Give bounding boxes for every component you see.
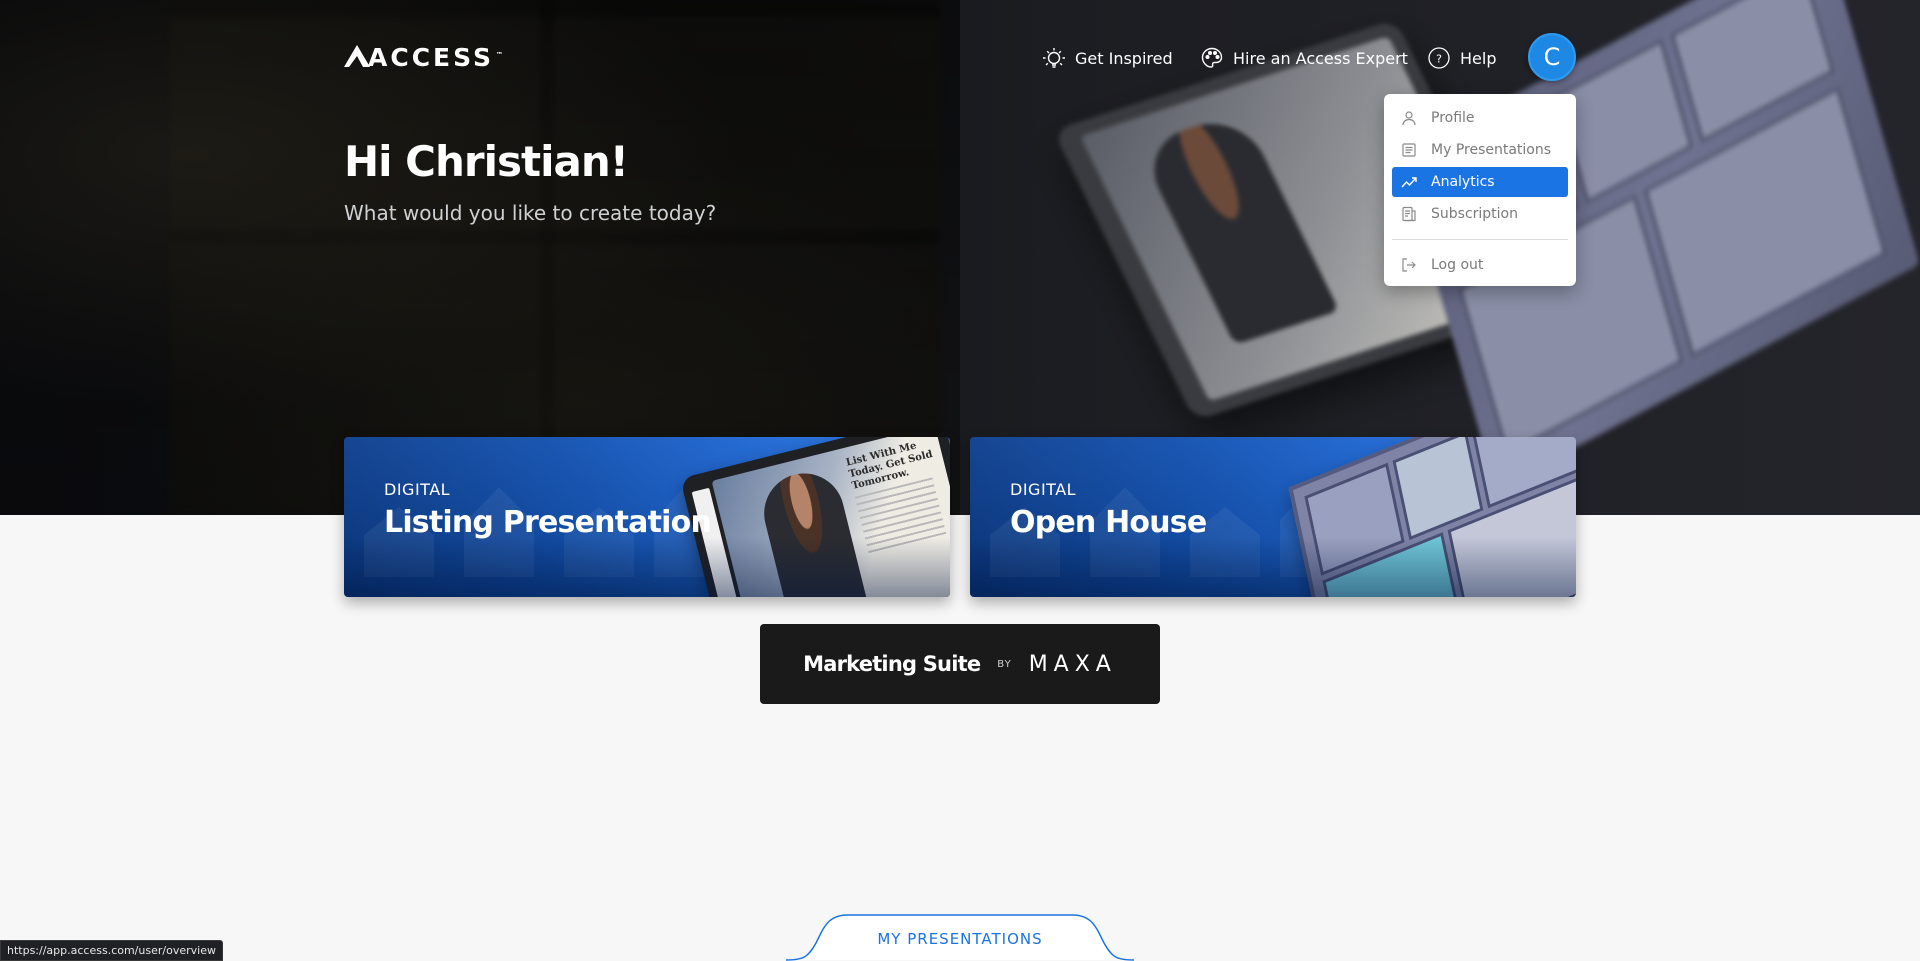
menu-item-analytics-label: Analytics: [1431, 174, 1495, 190]
marketing-suite-button[interactable]: Marketing Suite BY MAXA: [760, 624, 1160, 704]
logo-arrow-icon: [344, 45, 370, 67]
nav-help[interactable]: ? Help: [1427, 43, 1496, 73]
access-logo[interactable]: ACCESS ™: [344, 42, 507, 72]
logo-text: ACCESS: [368, 42, 495, 72]
menu-divider: [1392, 239, 1568, 240]
greeting-title: Hi Christian!: [344, 137, 629, 186]
menu-item-log-out-label: Log out: [1431, 257, 1484, 273]
nav-get-inspired-label: Get Inspired: [1075, 48, 1173, 68]
menu-item-subscription[interactable]: Subscription: [1392, 199, 1568, 229]
my-presentations-tab[interactable]: MY PRESENTATIONS: [786, 913, 1134, 961]
status-bar-url: https://app.access.com/user/overview: [0, 940, 223, 961]
help-circle-icon: ?: [1427, 46, 1451, 70]
menu-item-my-presentations-label: My Presentations: [1431, 142, 1552, 158]
menu-item-my-presentations[interactable]: My Presentations: [1392, 135, 1568, 165]
nav-hire-expert-label: Hire an Access Expert: [1233, 48, 1408, 68]
receipt-icon: [1400, 205, 1418, 223]
open-house-card[interactable]: DIGITAL Open House: [970, 437, 1576, 597]
nav-hire-expert[interactable]: Hire an Access Expert: [1200, 43, 1408, 73]
marketing-suite-title: Marketing Suite: [803, 652, 981, 676]
nav-help-label: Help: [1460, 48, 1497, 68]
trending-up-icon: [1400, 173, 1418, 191]
marketing-suite-by: BY: [997, 658, 1012, 670]
maxa-logo: MAXA: [1028, 651, 1117, 677]
user-icon: [1400, 109, 1418, 127]
menu-item-profile-label: Profile: [1431, 110, 1475, 126]
logo-trademark: ™: [496, 51, 507, 59]
listing-card-title: Listing Presentation: [384, 505, 712, 540]
menu-item-profile[interactable]: Profile: [1392, 103, 1568, 133]
listing-card-kicker: DIGITAL: [384, 480, 451, 499]
user-menu-dropdown: Profile My Presentations Analytics Subsc…: [1384, 94, 1576, 286]
menu-item-log-out[interactable]: Log out: [1392, 250, 1568, 280]
menu-item-subscription-label: Subscription: [1431, 206, 1518, 222]
menu-item-analytics[interactable]: Analytics: [1392, 167, 1568, 197]
hero-banner: [0, 0, 1920, 515]
palette-icon: [1200, 46, 1224, 70]
listing-presentation-card[interactable]: List With Me Today. Get Sold Tomorrow. D…: [344, 437, 950, 597]
lightbulb-icon: [1042, 46, 1066, 70]
svg-text:?: ?: [1436, 53, 1442, 66]
logout-icon: [1400, 256, 1418, 274]
document-icon: [1400, 141, 1418, 159]
user-avatar-button[interactable]: C: [1528, 33, 1576, 81]
greeting-subtitle: What would you like to create today?: [344, 201, 717, 225]
open-house-card-kicker: DIGITAL: [1010, 480, 1077, 499]
my-presentations-tab-label: MY PRESENTATIONS: [877, 930, 1043, 948]
avatar-initial: C: [1543, 43, 1561, 71]
open-house-card-title: Open House: [1010, 505, 1207, 540]
nav-get-inspired[interactable]: Get Inspired: [1042, 43, 1173, 73]
